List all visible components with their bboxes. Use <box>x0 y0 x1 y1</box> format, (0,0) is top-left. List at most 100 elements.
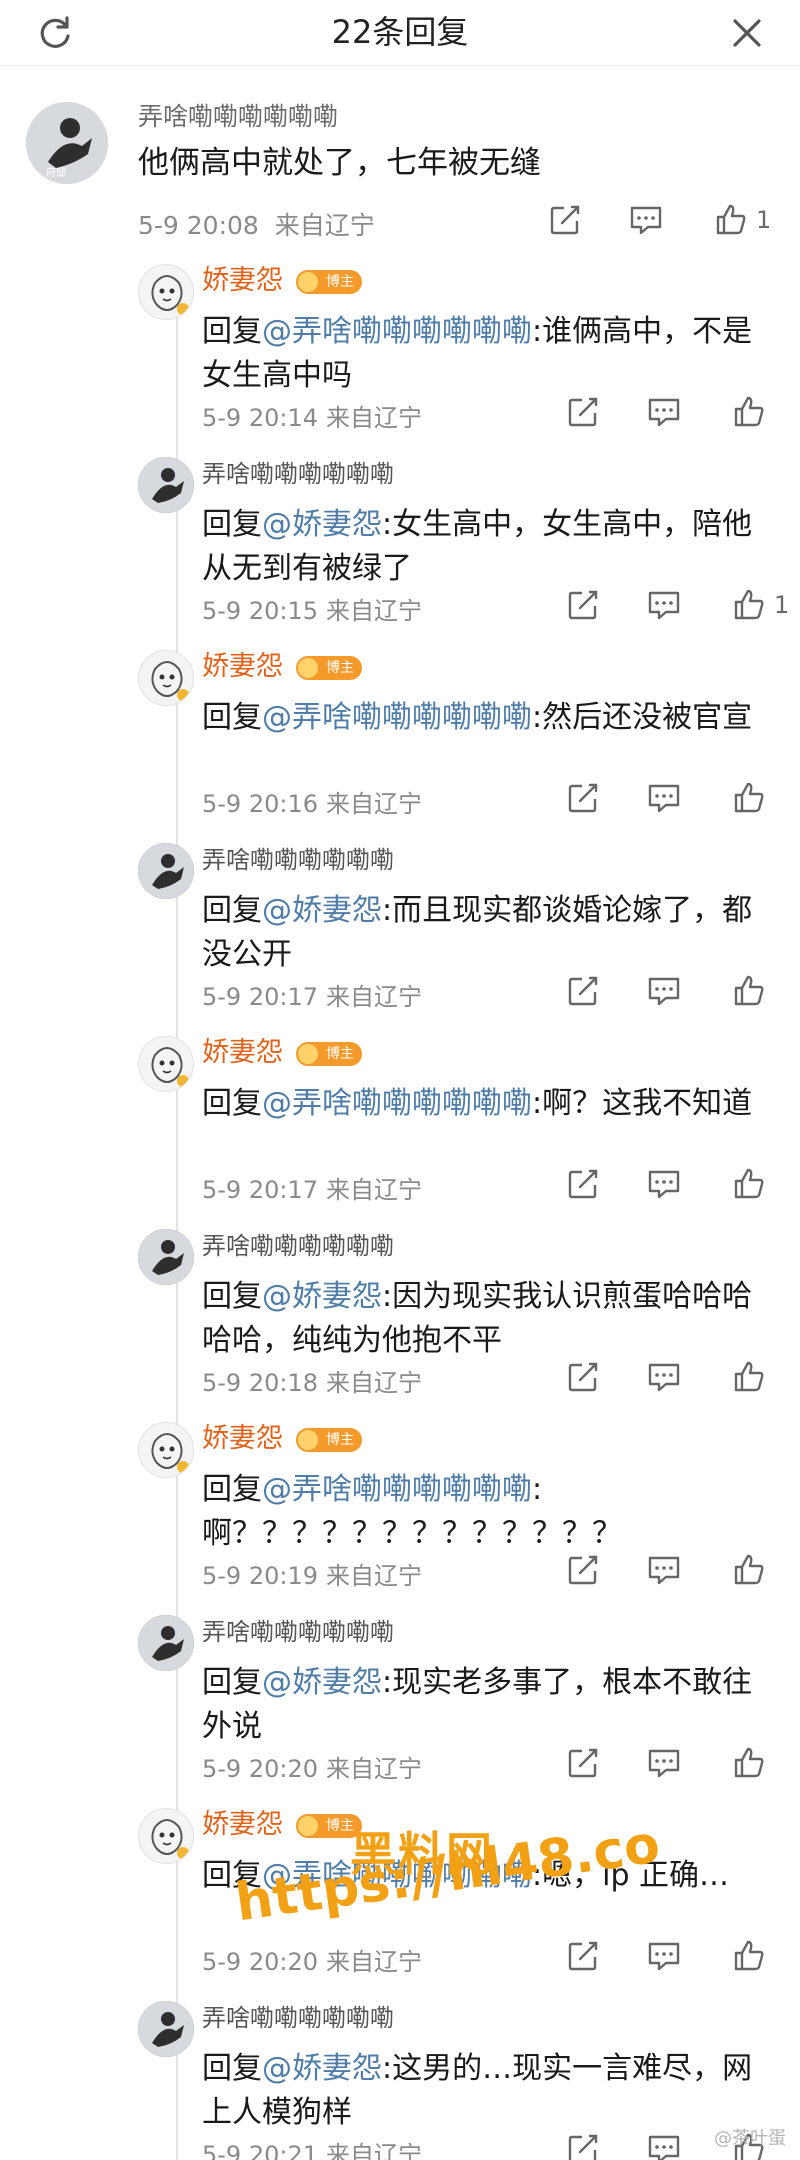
repost-icon <box>568 1748 598 1778</box>
reply-mention[interactable]: @弄啥嘞嘞嘞嘞嘞嘞 <box>262 1858 532 1893</box>
repost-icon <box>568 590 598 620</box>
comment-button[interactable] <box>646 1164 682 1204</box>
like-button[interactable] <box>732 1936 774 1976</box>
reply-mention[interactable]: @弄啥嘞嘞嘞嘞嘞嘞 <box>262 1086 532 1121</box>
reply-username[interactable]: 娇妻怨 <box>202 1808 283 1842</box>
comment-button[interactable] <box>646 1550 682 1590</box>
comment-meta: 5-9 20:08 来自辽宁 <box>138 206 375 242</box>
like-button[interactable] <box>732 1743 774 1783</box>
reply-body: :啊？这我不知道 <box>532 1086 753 1121</box>
close-icon[interactable] <box>728 14 766 52</box>
reply-username[interactable]: 弄啥嘞嘞嘞嘞嘞嘞 <box>202 1615 394 1649</box>
avatar[interactable] <box>138 1615 194 1671</box>
comment-icon <box>648 2135 680 2160</box>
reply-text: 回复@娇妻怨:因为现实我认识煎蛋哈哈哈哈哈，纯纯为他抱不平 <box>202 1275 772 1363</box>
reply-item: 娇妻怨 博主 回复@弄啥嘞嘞嘞嘞嘞嘞:谁俩高中，不是女生高中吗 5-9 20:14 来自… <box>0 250 800 443</box>
reply-username[interactable]: 娇妻怨 <box>202 1422 283 1456</box>
repost-button[interactable] <box>566 1357 600 1397</box>
reply-username[interactable]: 娇妻怨 <box>202 650 283 684</box>
reply-username[interactable]: 弄啥嘞嘞嘞嘞嘞嘞 <box>202 1229 394 1263</box>
comment-icon <box>648 1170 680 1199</box>
comment-button[interactable] <box>646 1357 682 1397</box>
comment-icon <box>648 784 680 813</box>
reply-location: 来自辽宁 <box>326 2141 422 2160</box>
reply-time: 5-9 20:20 <box>202 1755 318 1783</box>
badge-icon <box>298 658 318 678</box>
reply-prefix: 回复 <box>202 2051 262 2086</box>
avatar[interactable] <box>138 650 194 706</box>
comment-button[interactable] <box>646 2129 682 2160</box>
repost-button[interactable] <box>566 778 600 818</box>
repost-button[interactable] <box>566 392 600 432</box>
reply-mention[interactable]: @娇妻怨 <box>262 1665 382 1700</box>
repost-button[interactable] <box>566 1936 600 1976</box>
repost-button[interactable] <box>566 1550 600 1590</box>
thumbs-up-icon <box>734 589 764 620</box>
repost-icon <box>568 2134 598 2160</box>
avatar[interactable] <box>138 264 194 320</box>
reply-username[interactable]: 弄啥嘞嘞嘞嘞嘞嘞 <box>202 457 394 491</box>
comment-button[interactable] <box>646 971 682 1011</box>
like-button[interactable] <box>732 1164 774 1204</box>
reply-item: 弄啥嘞嘞嘞嘞嘞嘞 回复@娇妻怨:这男的…现实一言难尽，网上人模狗样 5-9 20:2… <box>0 1987 800 2160</box>
reply-mention[interactable]: @弄啥嘞嘞嘞嘞嘞嘞 <box>262 700 532 735</box>
repost-button[interactable] <box>566 585 600 625</box>
repost-button[interactable] <box>566 2129 600 2160</box>
reply-time: 5-9 20:20 <box>202 1948 318 1976</box>
avatar[interactable] <box>138 843 194 899</box>
comment-icon <box>648 1556 680 1585</box>
repost-button[interactable] <box>566 1164 600 1204</box>
reply-text: 回复@弄啥嘞嘞嘞嘞嘞嘞:嗯，ip 正确… <box>202 1854 772 1898</box>
like-button[interactable]: 1 <box>732 585 789 625</box>
reply-text: 回复@弄啥嘞嘞嘞嘞嘞嘞:谁俩高中，不是女生高中吗 <box>202 310 772 398</box>
reply-mention[interactable]: @娇妻怨 <box>262 2051 382 2086</box>
repost-icon <box>568 1169 598 1199</box>
reply-mention[interactable]: @弄啥嘞嘞嘞嘞嘞嘞 <box>262 314 532 349</box>
reply-mention[interactable]: @娇妻怨 <box>262 1279 382 1314</box>
avatar[interactable] <box>138 457 194 513</box>
thumbs-up-icon <box>734 1554 764 1585</box>
avatar[interactable]: 府邸 <box>26 102 108 184</box>
like-button[interactable]: 1 <box>714 200 771 240</box>
reply-location: 来自辽宁 <box>326 1562 422 1590</box>
reply-username[interactable]: 弄啥嘞嘞嘞嘞嘞嘞 <box>202 843 394 877</box>
avatar[interactable] <box>138 2001 194 2057</box>
avatar[interactable] <box>138 1808 194 1864</box>
reply-prefix: 回复 <box>202 1858 262 1893</box>
avatar[interactable] <box>138 1422 194 1478</box>
avatar[interactable] <box>138 1036 194 1092</box>
reply-item: 娇妻怨 博主 回复@弄啥嘞嘞嘞嘞嘞嘞:啊？？？？？？？？？？？？？ 5-9 20:19… <box>0 1408 800 1601</box>
comment-button[interactable] <box>646 778 682 818</box>
reply-actions <box>566 1936 788 1976</box>
repost-button[interactable] <box>566 1743 600 1783</box>
like-button[interactable] <box>732 971 774 1011</box>
reply-username[interactable]: 娇妻怨 <box>202 264 283 298</box>
comment-username[interactable]: 弄啥嘞嘞嘞嘞嘞嘞 <box>138 100 338 134</box>
reply-meta: 5-9 20:20 来自辽宁 <box>202 1942 422 1977</box>
like-button[interactable] <box>732 1357 774 1397</box>
svg-text:府邸: 府邸 <box>46 166 66 179</box>
reply-username[interactable]: 娇妻怨 <box>202 1036 283 1070</box>
comment-button[interactable] <box>646 392 682 432</box>
reply-mention[interactable]: @弄啥嘞嘞嘞嘞嘞嘞 <box>262 1472 532 1507</box>
comment-button[interactable] <box>646 585 682 625</box>
reply-prefix: 回复 <box>202 507 262 542</box>
comment-button[interactable] <box>646 1936 682 1976</box>
badge-icon <box>298 1430 318 1450</box>
like-button[interactable] <box>732 392 774 432</box>
reply-time: 5-9 20:21 <box>202 2141 318 2160</box>
reply-mention[interactable]: @娇妻怨 <box>262 893 382 928</box>
reply-actions <box>566 1164 788 1204</box>
reply-mention[interactable]: @娇妻怨 <box>262 507 382 542</box>
reply-username[interactable]: 弄啥嘞嘞嘞嘞嘞嘞 <box>202 2001 394 2035</box>
repost-button[interactable] <box>548 200 582 240</box>
avatar[interactable] <box>138 1229 194 1285</box>
repost-icon <box>568 397 598 427</box>
author-badge-label: 博主 <box>326 1046 354 1062</box>
comment-button[interactable] <box>646 1743 682 1783</box>
comment-icon <box>648 977 680 1006</box>
repost-button[interactable] <box>566 971 600 1011</box>
like-button[interactable] <box>732 778 774 818</box>
comment-button[interactable] <box>628 200 664 240</box>
like-button[interactable] <box>732 1550 774 1590</box>
